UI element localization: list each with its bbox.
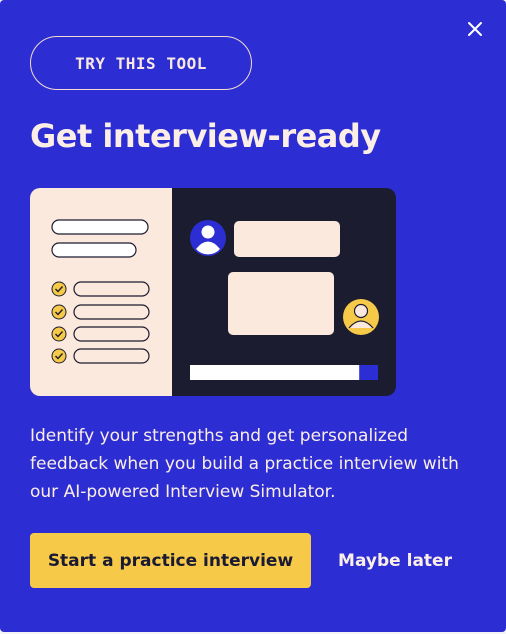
progress-bar	[190, 365, 378, 380]
tool-badge-label: TRY THIS TOOL	[75, 53, 207, 73]
interviewer-avatar	[190, 220, 226, 256]
chat-bubble-user	[228, 272, 334, 335]
checklist-panel	[30, 188, 172, 396]
maybe-later-button[interactable]: Maybe later	[330, 533, 460, 588]
user-avatar	[343, 299, 379, 335]
progress-bar-fill	[190, 365, 360, 380]
modal-description: Identify your strengths and get personal…	[30, 426, 459, 502]
form-field-placeholder	[51, 219, 149, 235]
form-field-placeholder	[51, 242, 137, 258]
close-icon[interactable]	[464, 18, 486, 40]
interview-illustration	[30, 188, 396, 396]
chat-bubble-interviewer	[234, 221, 340, 257]
promo-modal: TRY THIS TOOL Get interview-ready Identi…	[0, 0, 506, 632]
modal-title: Get interview-ready	[30, 117, 381, 155]
tool-badge: TRY THIS TOOL	[30, 36, 252, 90]
start-practice-interview-button[interactable]: Start a practice interview	[30, 533, 311, 588]
